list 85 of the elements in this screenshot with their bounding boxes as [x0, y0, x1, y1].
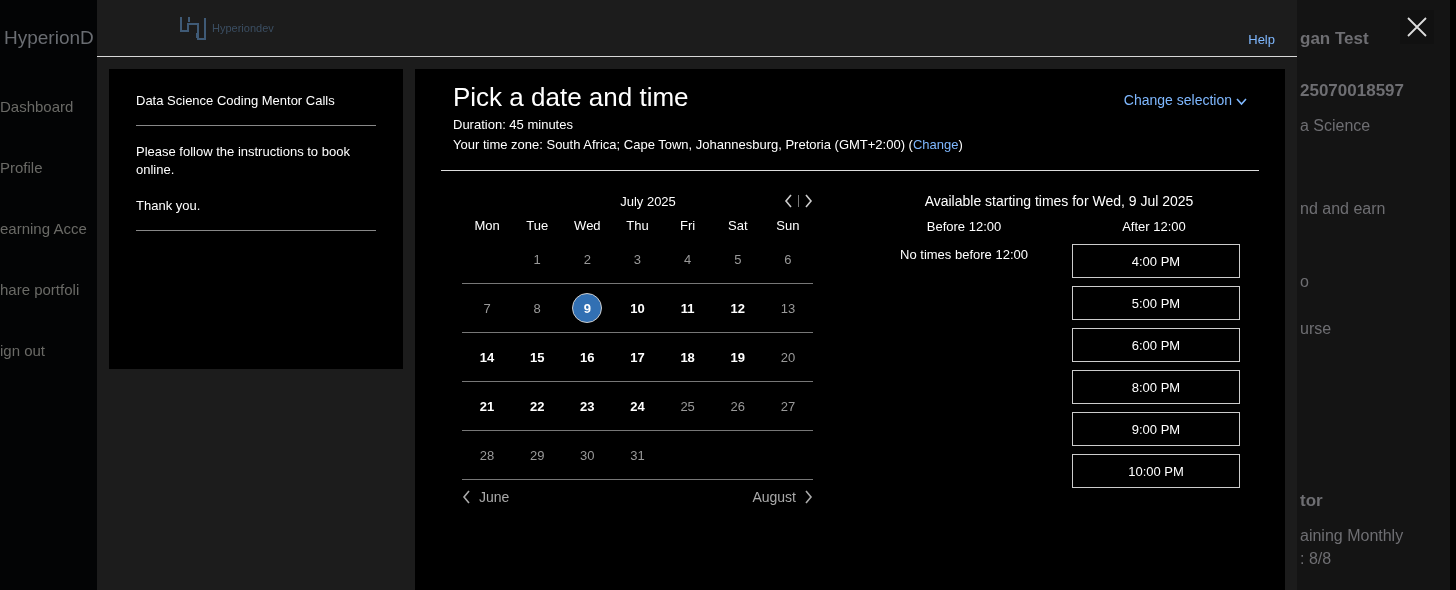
help-link[interactable]: Help [1248, 31, 1275, 47]
profile-text: a Science [1300, 116, 1372, 136]
time-slot-button[interactable]: 8:00 PM [1072, 370, 1240, 404]
calendar-day[interactable]: 26 [722, 391, 753, 421]
weekday-label: Fri [679, 217, 697, 235]
calendar-day[interactable]: 19 [722, 342, 753, 372]
calendar-day[interactable]: 29 [522, 440, 553, 470]
nav-item[interactable]: ign out [0, 340, 97, 362]
calendar-day[interactable]: 3 [622, 244, 653, 274]
chevron-down-icon [1236, 98, 1247, 106]
times-heading: Available starting times for Wed, 9 Jul 2025 [924, 192, 1194, 211]
message-text: Please follow the instructions to book online. [136, 143, 351, 179]
calendar-day[interactable]: 31 [622, 440, 653, 470]
calendar-day[interactable]: 1 [522, 244, 553, 274]
timezone-text: Your time zone: South Africa; Cape Town, Johannesburg, Pretoria (GMT+2:00) (Change) [453, 136, 963, 154]
profile-text: nd and earn [1300, 199, 1387, 219]
calendar-day[interactable]: 4 [672, 244, 703, 274]
page-title: Pick a date and time [453, 82, 690, 112]
nav-item[interactable]: hare portfoli [0, 279, 97, 301]
chevron-left-icon [784, 194, 793, 208]
calendar-day[interactable]: 25 [672, 391, 703, 421]
calendar-day[interactable]: 13 [772, 293, 803, 323]
selected-day[interactable]: 9 [572, 293, 603, 323]
calendar-day[interactable]: 22 [522, 391, 553, 421]
next-month-button[interactable] [804, 194, 813, 208]
profile-text: gan Test [1300, 28, 1370, 50]
time-slot-button[interactable]: 5:00 PM [1072, 286, 1240, 320]
time-slot-button[interactable]: 4:00 PM [1072, 244, 1240, 278]
weekday-label: Sat [727, 217, 749, 235]
calendar-day[interactable]: 28 [472, 440, 503, 470]
nav-item[interactable]: Dashboard [0, 96, 97, 118]
weekday-label: Wed [573, 217, 602, 235]
calendar-day[interactable]: 7 [472, 293, 503, 323]
time-slot-button[interactable]: 9:00 PM [1072, 412, 1240, 446]
chevron-right-icon [804, 194, 813, 208]
change-timezone-link[interactable]: Change [912, 137, 959, 152]
time-slot-button[interactable]: 10:00 PM [1072, 454, 1240, 488]
weekday-label: Thu [625, 217, 650, 235]
calendar-day[interactable]: 20 [772, 342, 803, 372]
message-text: Thank you. [136, 197, 202, 215]
calendar-day[interactable]: 15 [522, 342, 553, 372]
previous-month-link[interactable]: June [462, 489, 510, 505]
profile-text: 25070018597 [1300, 80, 1405, 102]
calendar-day[interactable]: 6 [772, 244, 803, 274]
calendar-day[interactable]: 30 [572, 440, 603, 470]
change-selection-link[interactable]: Change selection [1123, 92, 1247, 110]
calendar-day[interactable]: 27 [772, 391, 803, 421]
next-month-link[interactable]: August [752, 489, 813, 505]
calendar-day[interactable]: 21 [472, 391, 503, 421]
profile-text: o [1300, 272, 1310, 292]
profile-text: : 8/8 [1300, 549, 1333, 569]
calendar-day[interactable]: 8 [522, 293, 553, 323]
calendar-day[interactable]: 12 [722, 293, 753, 323]
logo-text: Hyperiondev [212, 22, 274, 34]
chevron-left-icon [462, 490, 471, 504]
profile-text: urse [1300, 319, 1333, 339]
close-icon [1406, 16, 1428, 38]
nav-item[interactable]: Profile [0, 157, 97, 179]
brand-name: HyperionD [3, 26, 95, 49]
calendar-day[interactable]: 11 [672, 293, 703, 323]
time-slot-button[interactable]: 6:00 PM [1072, 328, 1240, 362]
calendar-day[interactable]: 14 [472, 342, 503, 372]
no-times-text: No times before 12:00 [900, 247, 1028, 262]
logo-icon [180, 14, 207, 42]
weekday-label: Sun [775, 217, 801, 235]
column-label: After 12:00 [1122, 218, 1186, 236]
calendar-day[interactable]: 17 [622, 342, 653, 372]
month-title: July 2025 [619, 193, 677, 209]
calendar-day[interactable]: 23 [572, 391, 603, 421]
calendar-day[interactable]: 10 [622, 293, 653, 323]
duration-text: Duration: 45 minutes [453, 116, 574, 134]
calendar-day[interactable]: 16 [572, 342, 603, 372]
profile-text: tor [1300, 490, 1324, 512]
calendar-day[interactable]: 24 [622, 391, 653, 421]
weekday-label: Tue [525, 217, 550, 235]
nav-item[interactable]: earning Acce [0, 218, 97, 240]
service-title: Data Science Coding Mentor Calls [136, 93, 376, 126]
weekday-label: Mon [473, 217, 501, 235]
previous-month-button[interactable] [784, 194, 793, 208]
calendar-day[interactable]: 5 [722, 244, 753, 274]
calendar-day[interactable]: 18 [672, 342, 703, 372]
profile-text: aining Monthly [1300, 526, 1405, 546]
calendar-day[interactable]: 2 [572, 244, 603, 274]
column-label: Before 12:00 [926, 218, 1002, 236]
chevron-right-icon [804, 490, 813, 504]
